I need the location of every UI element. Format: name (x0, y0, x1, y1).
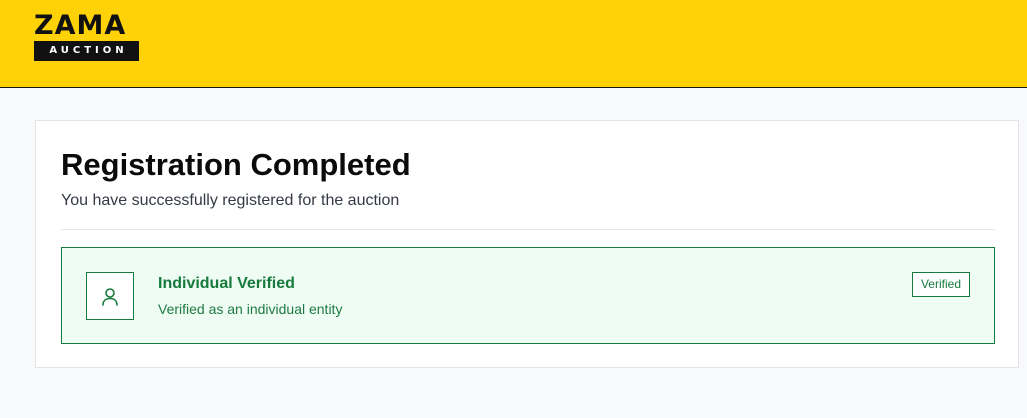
verification-description: Verified as an individual entity (158, 301, 343, 317)
logo-subtitle: AUCTION (34, 41, 139, 61)
verification-status-box: Individual Verified Verified as an indiv… (61, 247, 995, 344)
zama-auction-logo[interactable]: ZAMA AUCTION (34, 12, 139, 61)
logo-wordmark: ZAMA (34, 10, 127, 41)
registration-card: Registration Completed You have successf… (35, 120, 1019, 368)
verified-badge: Verified (911, 272, 970, 297)
top-header: ZAMA AUCTION (0, 0, 1027, 88)
page-subtitle: You have successfully registered for the… (61, 192, 400, 209)
verification-title: Individual Verified (158, 275, 295, 292)
avatar (86, 272, 134, 320)
divider (61, 229, 995, 230)
page-title: Registration Completed (61, 147, 411, 182)
user-icon (102, 288, 118, 306)
